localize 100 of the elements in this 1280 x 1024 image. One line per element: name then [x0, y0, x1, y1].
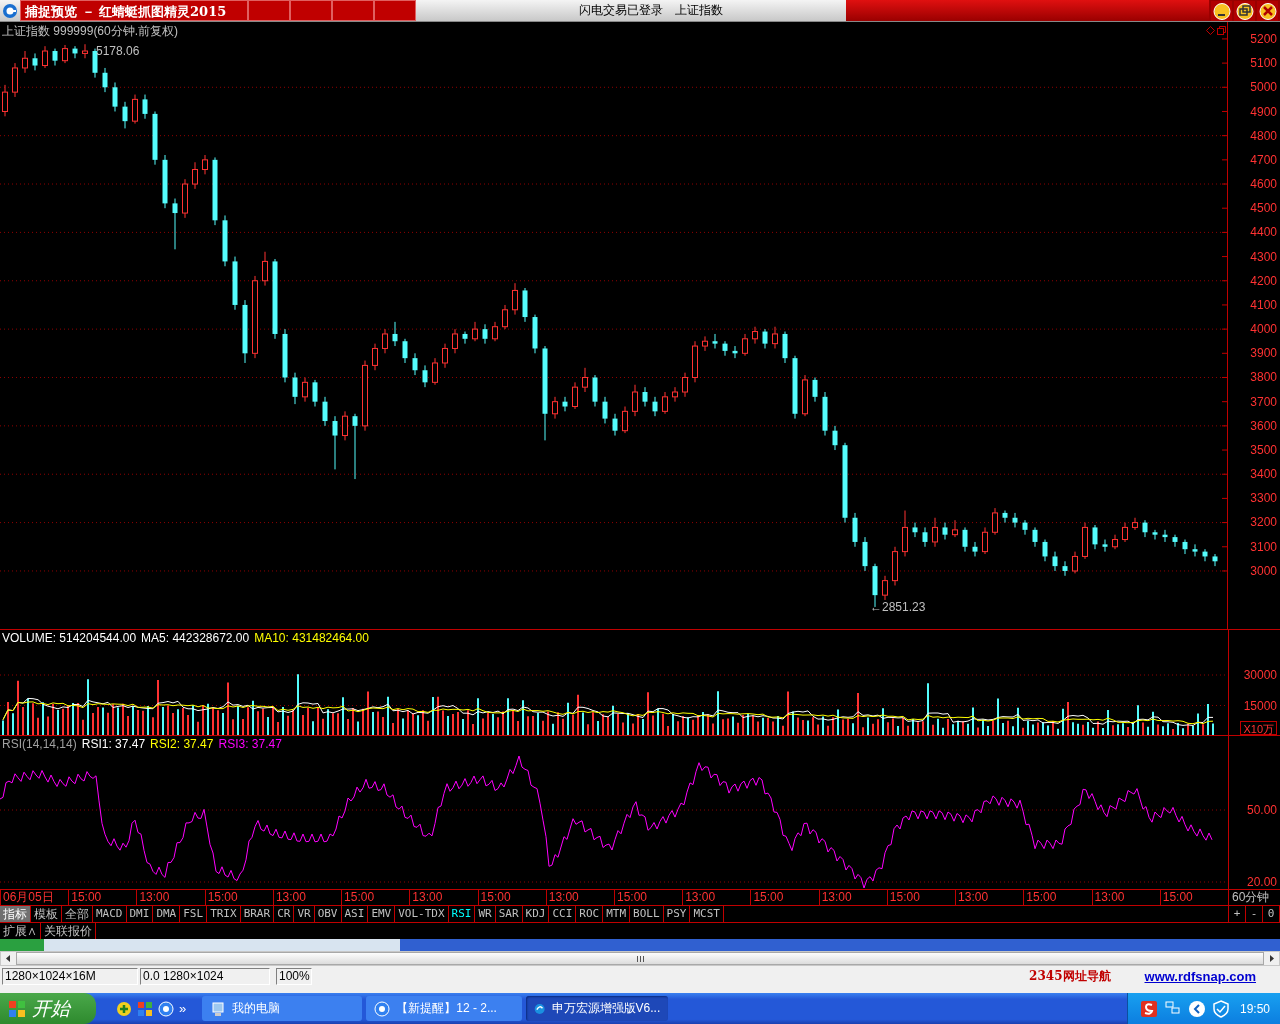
- windows-logo-icon: [8, 999, 26, 1018]
- indicator-tab[interactable]: OBV: [314, 906, 342, 922]
- indicator-tab[interactable]: KDJ: [522, 906, 550, 922]
- price-axis-label: 4100: [1250, 296, 1277, 314]
- zoom-button[interactable]: -: [1246, 906, 1263, 922]
- website-link[interactable]: www.rdfsnap.com: [1144, 968, 1256, 984]
- plus-icon[interactable]: [116, 1000, 132, 1017]
- candle: [482, 323, 488, 345]
- candle: [652, 396, 658, 417]
- indicator-tab[interactable]: TRIX: [207, 906, 241, 922]
- price-axis-label: 4600: [1250, 176, 1277, 194]
- indicator-tab[interactable]: BOLL: [630, 906, 664, 922]
- indicator-tab[interactable]: PSY: [663, 906, 691, 922]
- period-label[interactable]: 60分钟: [1228, 890, 1280, 905]
- candle: [852, 512, 858, 548]
- candle: [1012, 512, 1018, 528]
- indicator-tab[interactable]: MCST: [690, 906, 724, 922]
- indicator-tab[interactable]: MTM: [603, 906, 631, 922]
- price-axis-label: 5000: [1250, 79, 1277, 97]
- candle: [912, 522, 918, 538]
- scrollbar-thumb[interactable]: [16, 952, 1264, 965]
- time-label: 15:00: [477, 890, 546, 905]
- app-icon: [2, 2, 18, 19]
- price-axis-label: 4200: [1250, 272, 1277, 290]
- taskbar-button[interactable]: 我的电脑: [202, 996, 363, 1021]
- time-label: 15:00: [1023, 890, 1092, 905]
- price-axis-label: 3300: [1250, 490, 1277, 508]
- time-label: 15:00: [68, 890, 137, 905]
- candle: [1182, 539, 1188, 555]
- close-button[interactable]: [1257, 1, 1278, 21]
- ime-icon[interactable]: [1139, 999, 1158, 1018]
- candle: [122, 101, 128, 129]
- restore-button[interactable]: [1234, 1, 1255, 21]
- indicator-tab[interactable]: CR: [274, 906, 295, 922]
- indicator-tab[interactable]: DMA: [153, 906, 181, 922]
- browser-icon[interactable]: [158, 1000, 174, 1017]
- candle: [502, 304, 508, 330]
- indicator-tab[interactable]: SAR: [495, 906, 523, 922]
- volume-axis-label: 30000: [1243, 668, 1277, 682]
- time-label: 13:00: [409, 890, 478, 905]
- zoom-button[interactable]: 0: [1263, 906, 1280, 922]
- indicator-tab[interactable]: EMV: [368, 906, 396, 922]
- mode-tab[interactable]: 全部: [62, 906, 93, 922]
- start-button[interactable]: 开始: [0, 993, 96, 1024]
- price-axis-label: 4800: [1250, 127, 1277, 145]
- status-cell: 100%: [276, 967, 312, 985]
- minimize-button[interactable]: [1211, 1, 1232, 21]
- candle: [782, 331, 788, 364]
- candle: [822, 391, 828, 437]
- indicator-tab[interactable]: ASI: [341, 906, 369, 922]
- more-button[interactable]: »: [179, 1001, 187, 1016]
- time-label: 13:00: [682, 890, 751, 905]
- time-label: 13:00: [1091, 890, 1160, 905]
- browser-icon: [374, 1000, 391, 1017]
- indicator-tab[interactable]: DMI: [126, 906, 154, 922]
- indicator-tab[interactable]: VOL-TDX: [395, 906, 449, 922]
- nav-link[interactable]: 2345网址导航: [1029, 967, 1111, 985]
- candle: [1072, 551, 1078, 574]
- candle: [892, 546, 898, 586]
- time-label: 15:00: [886, 890, 956, 905]
- left-arrow-icon: [6, 955, 11, 962]
- mode-tab[interactable]: 模板: [31, 906, 62, 922]
- candle: [1132, 517, 1138, 531]
- candle: [52, 48, 58, 67]
- candle: [672, 386, 678, 403]
- taskbar-button[interactable]: 申万宏源增强版V6...: [526, 996, 669, 1021]
- zoom-button[interactable]: +: [1229, 906, 1246, 922]
- indicator-tab[interactable]: RSI: [448, 906, 476, 922]
- shield-icon[interactable]: [1211, 999, 1230, 1018]
- candle: [602, 396, 608, 424]
- mode-tab[interactable]: 指标: [0, 906, 31, 922]
- indicator-tab[interactable]: ROC: [576, 906, 604, 922]
- candle: [982, 526, 988, 555]
- grid-icon[interactable]: [137, 1000, 153, 1017]
- candle: [342, 410, 348, 441]
- candle: [192, 161, 198, 190]
- candle: [302, 377, 308, 403]
- indicator-tab[interactable]: WR: [475, 906, 496, 922]
- indicator-tab[interactable]: BRAR: [240, 906, 275, 922]
- candle: [42, 45, 48, 69]
- candle: [422, 364, 428, 388]
- candle: [412, 352, 418, 376]
- restore-icon: [1235, 2, 1254, 20]
- candle: [232, 256, 238, 311]
- candle: [32, 52, 38, 71]
- candle: [632, 384, 638, 417]
- candle: [682, 372, 688, 398]
- candle: [372, 343, 378, 371]
- indicator-tab[interactable]: VR: [294, 906, 315, 922]
- candle: [802, 374, 808, 417]
- candle: [82, 43, 88, 59]
- candle: [1032, 526, 1038, 548]
- candle: [562, 396, 568, 412]
- indicator-tab[interactable]: CCI: [549, 906, 577, 922]
- candle: [352, 413, 358, 480]
- price-axis-label: 4500: [1250, 200, 1277, 218]
- indicator-tab[interactable]: MACD: [93, 906, 127, 922]
- candle: [292, 372, 298, 405]
- taskbar-button[interactable]: 【新提醒】12 - 2...: [366, 996, 523, 1021]
- indicator-tab[interactable]: FSL: [180, 906, 208, 922]
